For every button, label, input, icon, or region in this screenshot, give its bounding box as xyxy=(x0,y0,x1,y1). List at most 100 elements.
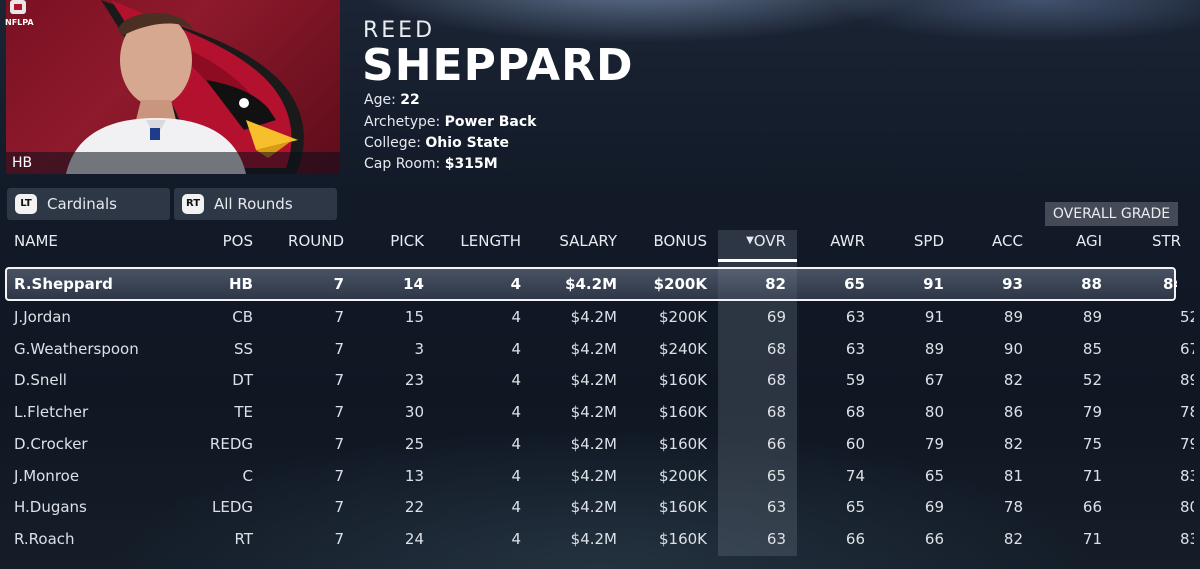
cell-pos: HB xyxy=(229,275,253,293)
cell-pos: LEDG xyxy=(211,498,253,516)
player-archetype-line: Archetype: Power Back xyxy=(364,114,536,130)
cell-acc: 90 xyxy=(1003,340,1023,358)
round-filter-button[interactable]: RT All Rounds xyxy=(174,188,337,220)
cell-salary: $4.2M xyxy=(570,371,617,389)
cell-round: 7 xyxy=(334,467,344,485)
cap-room-label: Cap Room: xyxy=(364,156,441,172)
cell-pos: C xyxy=(242,467,253,485)
col-header-agi[interactable]: AGI xyxy=(1076,232,1102,250)
cell-bonus: $160K xyxy=(658,371,707,389)
lt-button-icon: LT xyxy=(15,194,37,214)
cell-acc: 82 xyxy=(1003,435,1023,453)
cell-salary: $4.2M xyxy=(570,498,617,516)
col-header-spd[interactable]: SPD xyxy=(914,232,944,250)
cell-str: 78 xyxy=(1180,403,1194,421)
cell-str: 83 xyxy=(1180,530,1194,548)
cell-pos: CB xyxy=(232,308,253,326)
cell-spd: 69 xyxy=(924,498,944,516)
cell-agi: 88 xyxy=(1081,275,1102,293)
cell-round: 7 xyxy=(334,498,344,516)
cell-name: G.Weatherspoon xyxy=(14,340,139,358)
table-row[interactable]: D.Crocker REDG 7 25 4 $4.2M $160K 66 60 … xyxy=(0,429,1200,460)
cell-length: 4 xyxy=(511,530,521,548)
cell-agi: 52 xyxy=(1082,371,1102,389)
cell-pick: 13 xyxy=(404,467,424,485)
cell-agi: 85 xyxy=(1082,340,1102,358)
table-row[interactable]: J.Monroe C 7 13 4 $4.2M $200K 65 74 65 8… xyxy=(0,461,1200,492)
table-row[interactable]: L.Fletcher TE 7 30 4 $4.2M $160K 68 68 8… xyxy=(0,397,1200,428)
cell-awr: 66 xyxy=(845,530,865,548)
table-row[interactable]: R.Sheppard HB 7 14 4 $4.2M $200K 82 65 9… xyxy=(0,269,1200,300)
player-last-name: SHEPPARD xyxy=(362,40,634,91)
cell-bonus: $200K xyxy=(653,275,707,293)
table-header: NAME POS ROUND PICK LENGTH SALARY BONUS … xyxy=(0,232,1200,258)
cell-pos: REDG xyxy=(209,435,253,453)
cell-str: 83 xyxy=(1180,467,1194,485)
col-header-salary[interactable]: SALARY xyxy=(559,232,617,250)
col-header-str[interactable]: STR xyxy=(1152,232,1200,250)
cell-pick: 15 xyxy=(404,308,424,326)
cell-length: 4 xyxy=(511,340,521,358)
col-header-acc[interactable]: ACC xyxy=(992,232,1023,250)
cell-agi: 71 xyxy=(1082,530,1102,548)
cell-pos: TE xyxy=(234,403,253,421)
cell-bonus: $160K xyxy=(658,403,707,421)
cell-ovr: 65 xyxy=(766,467,786,485)
cell-acc: 82 xyxy=(1003,371,1023,389)
col-header-ovr[interactable]: ▼OVR xyxy=(746,232,786,250)
table-row[interactable]: J.Jordan CB 7 15 4 $4.2M $200K 69 63 91 … xyxy=(0,302,1200,333)
table-row[interactable]: H.Dugans LEDG 7 22 4 $4.2M $160K 63 65 6… xyxy=(0,492,1200,523)
cell-pick: 23 xyxy=(404,371,424,389)
cell-agi: 75 xyxy=(1082,435,1102,453)
cell-name: R.Sheppard xyxy=(14,275,113,293)
team-filter-button[interactable]: LT Cardinals xyxy=(7,188,170,220)
overall-grade-badge: OVERALL GRADE xyxy=(1045,202,1178,226)
col-header-name[interactable]: NAME xyxy=(14,232,58,250)
cell-ovr: 68 xyxy=(766,403,786,421)
cell-round: 7 xyxy=(334,530,344,548)
nflpa-badge-text: NFLPA xyxy=(5,18,34,27)
player-college-line: College: Ohio State xyxy=(364,135,509,151)
cell-bonus: $160K xyxy=(658,498,707,516)
col-header-pos[interactable]: POS xyxy=(223,232,253,250)
cell-length: 4 xyxy=(511,371,521,389)
col-header-round[interactable]: ROUND xyxy=(288,232,344,250)
cell-awr: 65 xyxy=(845,498,865,516)
cell-length: 4 xyxy=(511,498,521,516)
team-filter-label: Cardinals xyxy=(47,195,117,213)
cell-ovr: 68 xyxy=(766,340,786,358)
cell-acc: 82 xyxy=(1003,530,1023,548)
cell-agi: 71 xyxy=(1082,467,1102,485)
col-header-pick[interactable]: PICK xyxy=(390,232,424,250)
cell-name: D.Snell xyxy=(14,371,67,389)
cell-acc: 78 xyxy=(1003,498,1023,516)
col-header-awr[interactable]: AWR xyxy=(830,232,865,250)
cell-name: J.Monroe xyxy=(14,467,80,485)
cell-str: 67 xyxy=(1180,340,1194,358)
archetype-label: Archetype: xyxy=(364,114,441,130)
cell-awr: 74 xyxy=(845,467,865,485)
cell-ovr: 63 xyxy=(766,498,786,516)
cell-agi: 66 xyxy=(1082,498,1102,516)
col-header-length[interactable]: LENGTH xyxy=(460,232,521,250)
cell-spd: 91 xyxy=(923,275,944,293)
cell-spd: 80 xyxy=(924,403,944,421)
table-row[interactable]: D.Snell DT 7 23 4 $4.2M $160K 68 59 67 8… xyxy=(0,365,1200,396)
cell-round: 7 xyxy=(334,371,344,389)
cell-salary: $4.2M xyxy=(565,275,617,293)
table-row[interactable]: R.Roach RT 7 24 4 $4.2M $160K 63 66 66 8… xyxy=(0,524,1200,555)
cell-str: 52 xyxy=(1180,308,1194,326)
col-header-bonus[interactable]: BONUS xyxy=(653,232,707,250)
cell-ovr: 66 xyxy=(766,435,786,453)
cell-bonus: $160K xyxy=(658,530,707,548)
cell-salary: $4.2M xyxy=(570,403,617,421)
cell-str: 84 xyxy=(1163,275,1177,293)
cell-round: 7 xyxy=(334,308,344,326)
cell-pick: 24 xyxy=(404,530,424,548)
cell-acc: 89 xyxy=(1003,308,1023,326)
cell-spd: 66 xyxy=(924,530,944,548)
cell-awr: 63 xyxy=(845,340,865,358)
table-row[interactable]: G.Weatherspoon SS 7 3 4 $4.2M $240K 68 6… xyxy=(0,334,1200,365)
rt-button-icon: RT xyxy=(182,194,204,214)
sort-column-underline xyxy=(718,259,797,262)
